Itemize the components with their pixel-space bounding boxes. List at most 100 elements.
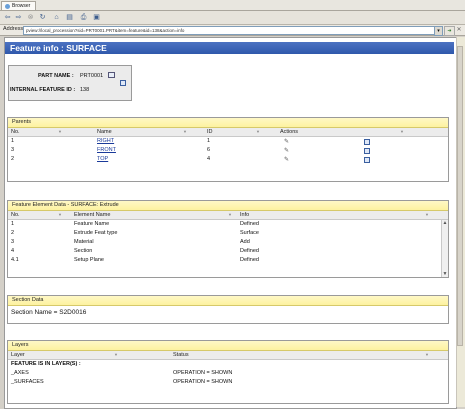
tab-browser[interactable]: Browser bbox=[1, 1, 37, 10]
element-info: Defined bbox=[240, 257, 259, 263]
section-data-title: Section Data bbox=[8, 296, 448, 306]
sort-icon[interactable]: ▼ bbox=[114, 352, 118, 357]
element-name: Extrude Feat type bbox=[74, 230, 118, 236]
layers-header: Layer ▼ Status ▼ bbox=[8, 351, 448, 360]
table-row: 3 FRONT 6 ✎ bbox=[8, 146, 448, 155]
sort-icon[interactable]: ▼ bbox=[425, 352, 429, 357]
parent-no: 2 bbox=[11, 156, 15, 162]
element-info: Surface bbox=[240, 230, 259, 236]
table-row: _SURFACES OPERATION = SHOWN bbox=[8, 378, 448, 387]
page-title: Feature info : SURFACE bbox=[5, 42, 454, 54]
element-no: 2 bbox=[11, 230, 15, 236]
element-name: Material bbox=[74, 239, 94, 245]
parent-no: 3 bbox=[11, 147, 15, 153]
section-data-panel: Section Data Section Name = S2D0016 bbox=[7, 295, 449, 324]
element-name: Section bbox=[74, 248, 93, 254]
parents-header: No. ▼ Name ▼ ID ▼ Actions ▼ bbox=[8, 128, 448, 137]
element-col-no[interactable]: No. bbox=[11, 212, 20, 218]
element-info: Add bbox=[240, 239, 250, 245]
sort-icon[interactable]: ▼ bbox=[58, 212, 62, 217]
layers-title: Layers bbox=[8, 341, 448, 351]
scroll-down-icon[interactable]: ▼ bbox=[442, 271, 448, 277]
element-no: 4 bbox=[11, 248, 15, 254]
part-name-value: PRT0001 bbox=[80, 73, 104, 79]
page-scrollbar-thumb[interactable] bbox=[457, 46, 463, 346]
layer-name: _AXES bbox=[11, 370, 29, 376]
address-dropdown-icon[interactable]: ▾ bbox=[434, 26, 443, 36]
element-info: Defined bbox=[240, 248, 259, 254]
section-name: Section Name = S2D0016 bbox=[11, 309, 87, 316]
globe-icon bbox=[5, 3, 10, 9]
layer-status: OPERATION = SHOWN bbox=[173, 370, 233, 376]
layers-col-layer[interactable]: Layer bbox=[11, 352, 25, 358]
go-icon[interactable]: ➜ bbox=[444, 26, 455, 36]
feature-info-box bbox=[8, 65, 132, 101]
element-name: Feature Name bbox=[74, 221, 110, 227]
sort-icon[interactable]: ▼ bbox=[425, 212, 429, 217]
element-data-title: Feature Element Data - SURFACE: Extrude bbox=[8, 201, 448, 211]
parents-col-actions[interactable]: Actions bbox=[280, 129, 298, 135]
parents-col-no[interactable]: No. bbox=[11, 129, 20, 135]
table-row: 2 TOP 4 ✎ bbox=[8, 155, 448, 164]
parents-col-id[interactable]: ID bbox=[207, 129, 213, 135]
part-name-label: PART NAME : bbox=[38, 73, 74, 79]
close-icon[interactable]: ✕ bbox=[455, 26, 463, 34]
address-label: Address bbox=[3, 26, 24, 32]
element-info: Defined bbox=[240, 221, 259, 227]
element-col-name[interactable]: Element Name bbox=[74, 212, 110, 218]
highlight-icon[interactable]: ✎ bbox=[284, 156, 289, 165]
scroll-up-icon[interactable]: ▲ bbox=[442, 220, 448, 226]
parents-panel: Parents No. ▼ Name ▼ ID ▼ Actions ▼ 1 RI… bbox=[7, 117, 449, 182]
refresh-icon[interactable]: ↻ bbox=[38, 13, 47, 22]
element-no: 3 bbox=[11, 239, 15, 245]
parents-col-name[interactable]: Name bbox=[97, 129, 112, 135]
element-data-body: 1 Feature Name Defined 2 Extrude Feat ty… bbox=[8, 220, 448, 277]
table-row: 4 Section Defined bbox=[8, 247, 448, 256]
table-row: 1 Feature Name Defined bbox=[8, 220, 448, 229]
back-arrow-icon[interactable]: ⇦ bbox=[3, 13, 12, 22]
forward-arrow-icon[interactable]: ⇨ bbox=[14, 13, 23, 22]
element-no: 1 bbox=[11, 221, 15, 227]
tab-label: Browser bbox=[12, 3, 31, 9]
table-row: 2 Extrude Feat type Surface bbox=[8, 229, 448, 238]
sort-icon[interactable]: ▼ bbox=[400, 129, 404, 134]
element-data-scrollbar[interactable]: ▲ ▼ bbox=[441, 220, 448, 277]
table-row: 1 RIGHT 1 ✎ bbox=[8, 137, 448, 146]
parent-id: 1 bbox=[207, 138, 211, 144]
parents-title: Parents bbox=[8, 118, 448, 128]
bookmark-icon[interactable]: ▤ bbox=[65, 13, 74, 22]
element-col-info[interactable]: Info bbox=[240, 212, 249, 218]
layers-heading: FEATURE IS IN LAYER(S) : bbox=[11, 361, 81, 367]
table-row: 4.1 Setup Plane Defined bbox=[8, 256, 448, 265]
layer-status: OPERATION = SHOWN bbox=[173, 379, 233, 385]
sort-icon[interactable]: ▼ bbox=[228, 212, 232, 217]
element-no: 4.1 bbox=[11, 257, 19, 263]
element-data-panel: Feature Element Data - SURFACE: Extrude … bbox=[7, 200, 449, 278]
table-row: _AXES OPERATION = SHOWN bbox=[8, 369, 448, 378]
feature-id-value: 138 bbox=[80, 87, 90, 93]
layer-name: _SURFACES bbox=[11, 379, 44, 385]
stop-icon[interactable]: ⊗ bbox=[26, 13, 35, 22]
layers-col-status[interactable]: Status bbox=[173, 352, 189, 358]
table-row: 3 Material Add bbox=[8, 238, 448, 247]
address-input[interactable]: pview://local_procession?sid=PRT0001.PRT… bbox=[23, 26, 436, 35]
print-icon[interactable]: ⎙ bbox=[79, 13, 88, 22]
layers-panel: Layers Layer ▼ Status ▼ FEATURE IS IN LA… bbox=[7, 340, 449, 404]
page-setup-icon[interactable]: ▣ bbox=[92, 13, 101, 22]
info-icon[interactable] bbox=[364, 157, 370, 167]
tab-bar bbox=[0, 0, 465, 11]
parent-link[interactable]: TOP bbox=[97, 155, 108, 164]
element-name: Setup Plane bbox=[74, 257, 104, 263]
parent-id: 6 bbox=[207, 147, 211, 153]
parent-link[interactable]: FRONT bbox=[97, 146, 116, 155]
sort-icon[interactable]: ▼ bbox=[256, 129, 260, 134]
home-icon[interactable]: ⌂ bbox=[52, 13, 61, 22]
element-data-header: No. ▼ Element Name ▼ Info ▼ bbox=[8, 211, 448, 220]
sort-icon[interactable]: ▼ bbox=[183, 129, 187, 134]
model-icon[interactable] bbox=[108, 72, 115, 78]
sort-icon[interactable]: ▼ bbox=[58, 129, 62, 134]
open-model-icon[interactable] bbox=[120, 80, 126, 88]
parent-link[interactable]: RIGHT bbox=[97, 137, 114, 146]
parent-id: 4 bbox=[207, 156, 211, 162]
feature-id-label: INTERNAL FEATURE ID : bbox=[10, 87, 76, 93]
